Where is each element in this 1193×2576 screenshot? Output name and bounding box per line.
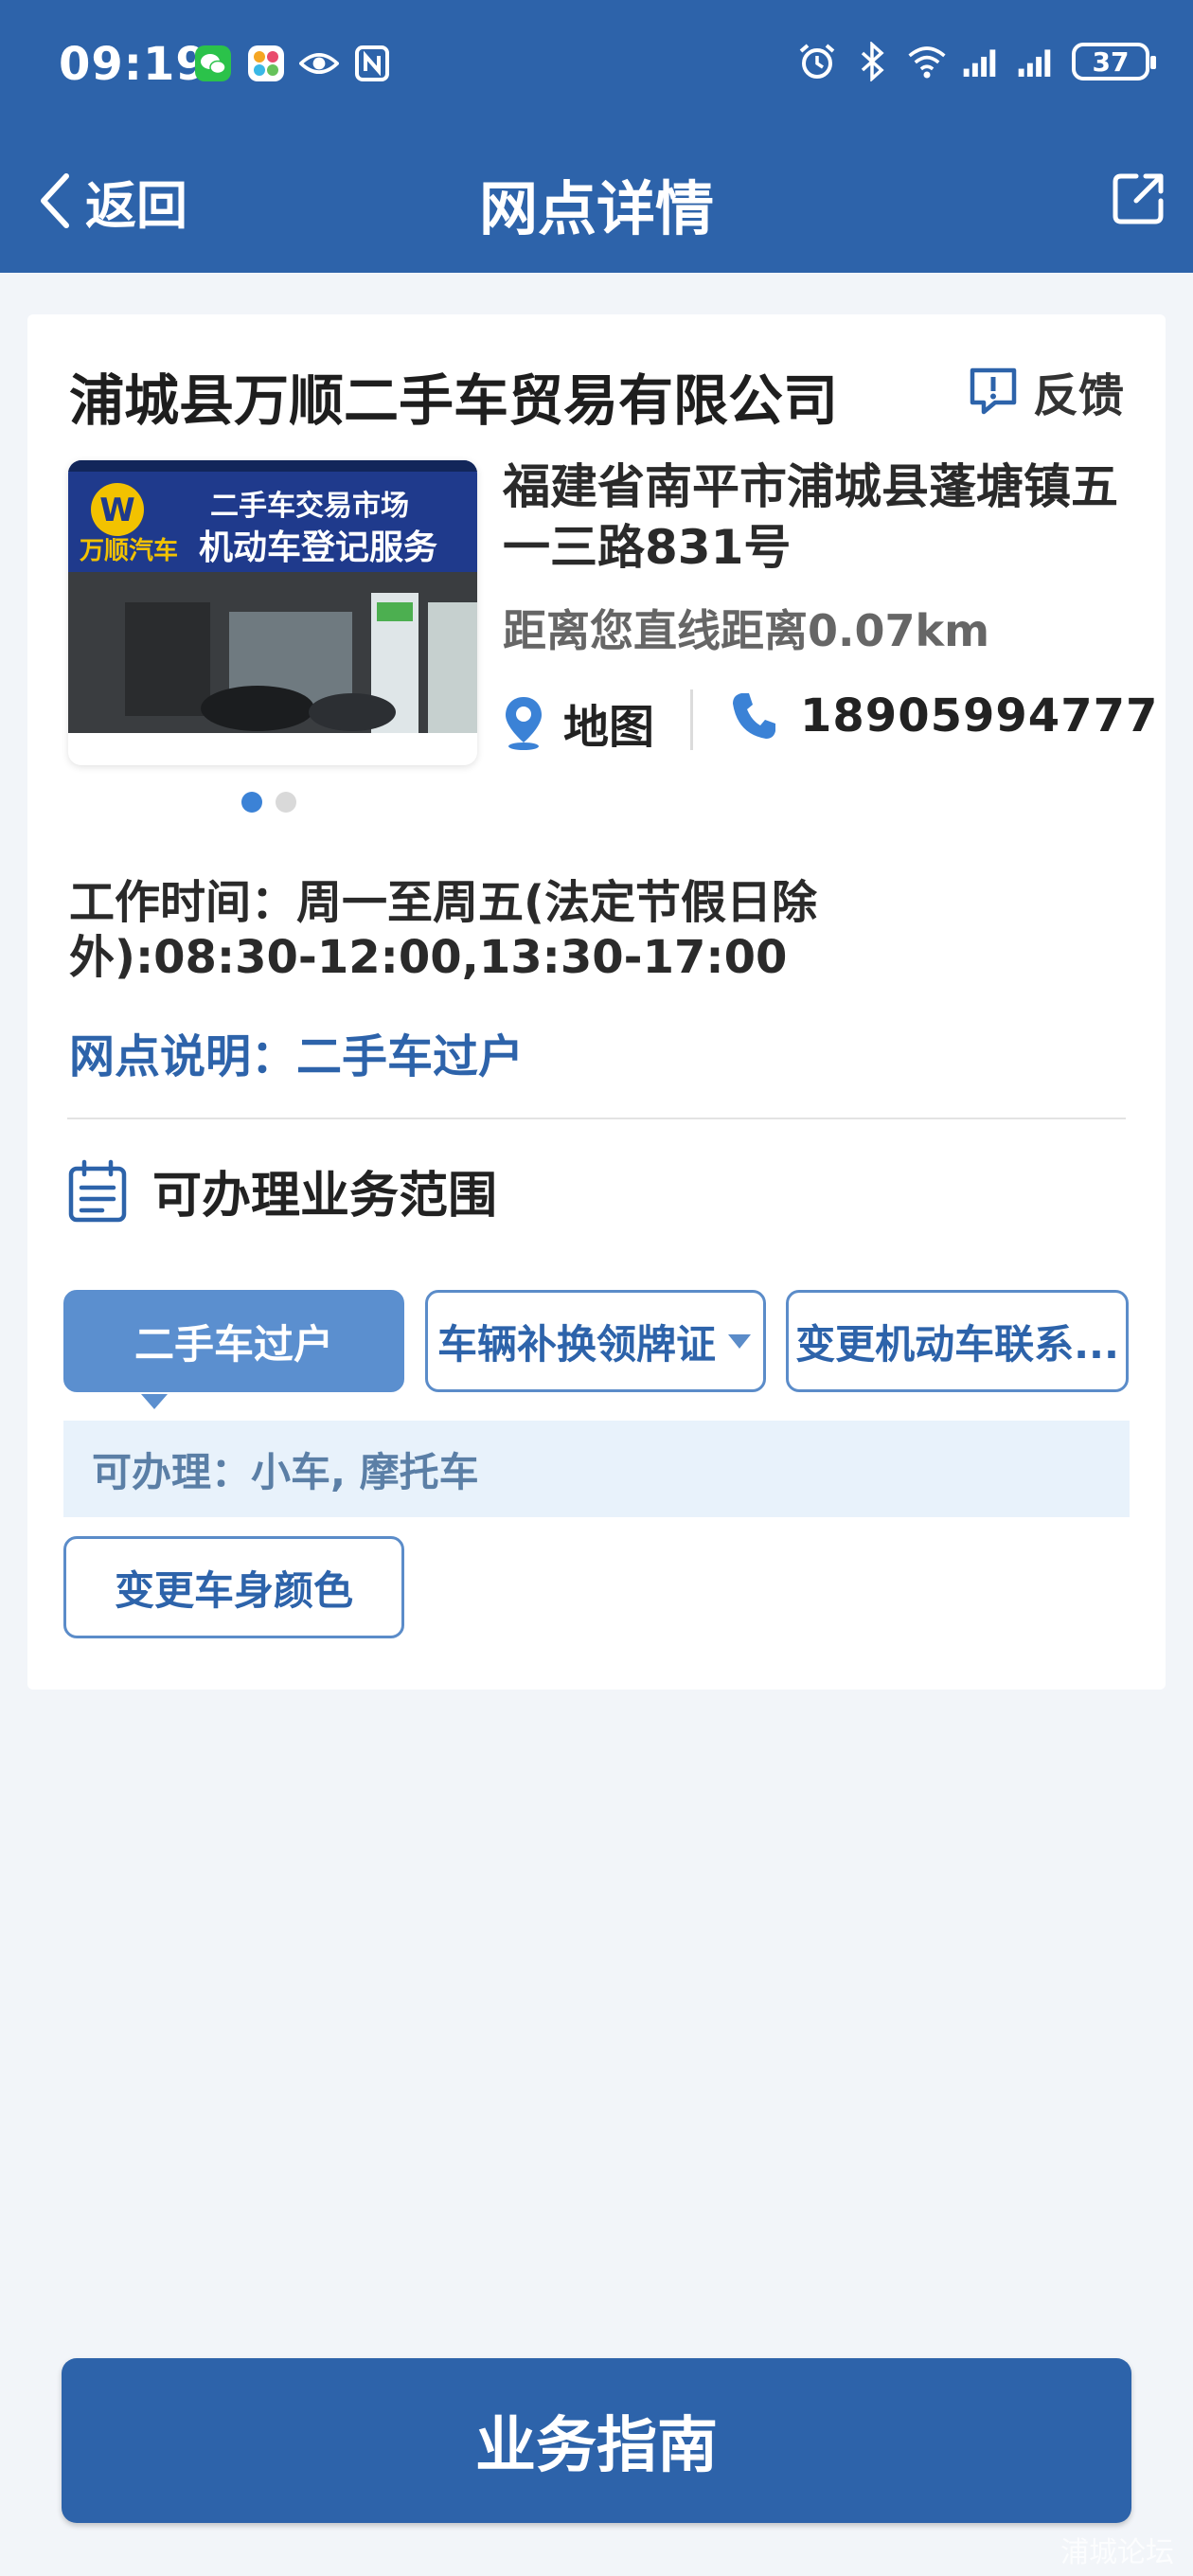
outlet-note-label: 网点说明： — [69, 1030, 297, 1083]
work-hours: 工作时间：周一至周五(法定节假日除外):08:30-12:00,13:30-17… — [69, 875, 921, 985]
outlet-name: 浦城县万顺二手车贸易有限公司 — [69, 368, 839, 433]
outlet-address: 福建省南平市浦城县蓬塘镇五一三路831号 — [503, 459, 1118, 575]
feedback-icon — [970, 367, 1017, 415]
phone-icon — [733, 693, 775, 739]
section-divider — [67, 1118, 1126, 1119]
carousel-dot[interactable] — [276, 792, 296, 813]
applicable-value: 小车, 摩托车 — [251, 1448, 479, 1495]
map-button[interactable]: 地图 — [503, 689, 654, 756]
nfc-icon — [352, 44, 392, 83]
tag-label: 二手车过户 — [134, 1320, 333, 1368]
feedback-label: 反馈 — [1032, 369, 1124, 422]
calendar-icon — [68, 1159, 127, 1222]
applicable-vehicles: 可办理： 小车, 摩托车 — [63, 1421, 1130, 1517]
map-label: 地图 — [563, 701, 655, 754]
tag-change-contact[interactable]: 变更机动车联系... — [786, 1290, 1129, 1392]
watermark: 浦城论坛 — [1060, 2536, 1174, 2569]
battery-indicator: 37 — [1072, 43, 1156, 80]
svg-text:W: W — [99, 492, 135, 529]
app-icon — [246, 44, 286, 83]
bluetooth-icon — [852, 42, 892, 81]
signal-icon — [962, 42, 1002, 81]
outlet-note: 网点说明：二手车过户 — [69, 1019, 524, 1085]
location-pin-icon — [506, 697, 542, 750]
carousel-indicator — [241, 792, 296, 813]
status-left-icons — [193, 44, 392, 83]
tag-used-car-transfer[interactable]: 二手车过户 — [63, 1290, 404, 1392]
outlet-photo[interactable]: W 万顺汽车 二手车交易市场 机动车登记服务 — [68, 460, 477, 765]
alarm-icon — [797, 42, 837, 81]
photo-brand: 万顺汽车 — [80, 536, 178, 565]
eye-icon — [299, 44, 339, 83]
wifi-icon — [907, 42, 947, 81]
battery-level: 37 — [1092, 45, 1130, 78]
status-right-icons: 37 — [797, 42, 1156, 81]
status-bar: 09:19 37 — [0, 0, 1193, 133]
external-link-icon[interactable] — [1108, 169, 1168, 229]
scope-header: 可办理业务范围 — [67, 1155, 497, 1226]
active-tag-pointer — [141, 1394, 168, 1409]
caret-down-icon — [728, 1334, 751, 1349]
tag-label: 变更机动车联系... — [795, 1320, 1119, 1368]
wechat-icon — [193, 44, 233, 83]
tag-replace-plates[interactable]: 车辆补换领牌证 — [425, 1290, 766, 1392]
signal-icon — [1017, 42, 1057, 81]
divider — [690, 689, 693, 750]
outlet-card: 浦城县万顺二手车贸易有限公司 反馈 W 万顺汽车 二手车交易市场 机动车登记服务 — [27, 314, 1166, 1690]
photo-sign-line2: 机动车登记服务 — [199, 528, 437, 567]
page-title: 网点详情 — [478, 174, 714, 243]
phone-number: 18905994777 — [800, 689, 1159, 742]
outlet-distance: 距离您直线距离0.07km — [503, 605, 990, 656]
tag-label: 车辆补换领牌证 — [436, 1320, 716, 1368]
tag-label: 变更车身颜色 — [114, 1566, 353, 1614]
phone-button[interactable]: 18905994777 — [730, 689, 1158, 742]
scope-title: 可办理业务范围 — [152, 1168, 498, 1225]
status-time: 09:19 — [59, 38, 208, 91]
work-hours-label: 工作时间： — [69, 876, 297, 929]
outlet-note-value: 二手车过户 — [296, 1030, 525, 1083]
service-guide-button[interactable]: 业务指南 — [62, 2358, 1131, 2523]
tag-change-color[interactable]: 变更车身颜色 — [63, 1536, 404, 1638]
feedback-button[interactable]: 反馈 — [967, 358, 1124, 424]
applicable-label: 可办理： — [92, 1448, 252, 1495]
service-guide-label: 业务指南 — [475, 2411, 718, 2481]
carousel-dot[interactable] — [241, 792, 262, 813]
nav-bar: 返回 网点详情 — [0, 133, 1193, 273]
photo-sign-line1: 二手车交易市场 — [210, 490, 409, 523]
